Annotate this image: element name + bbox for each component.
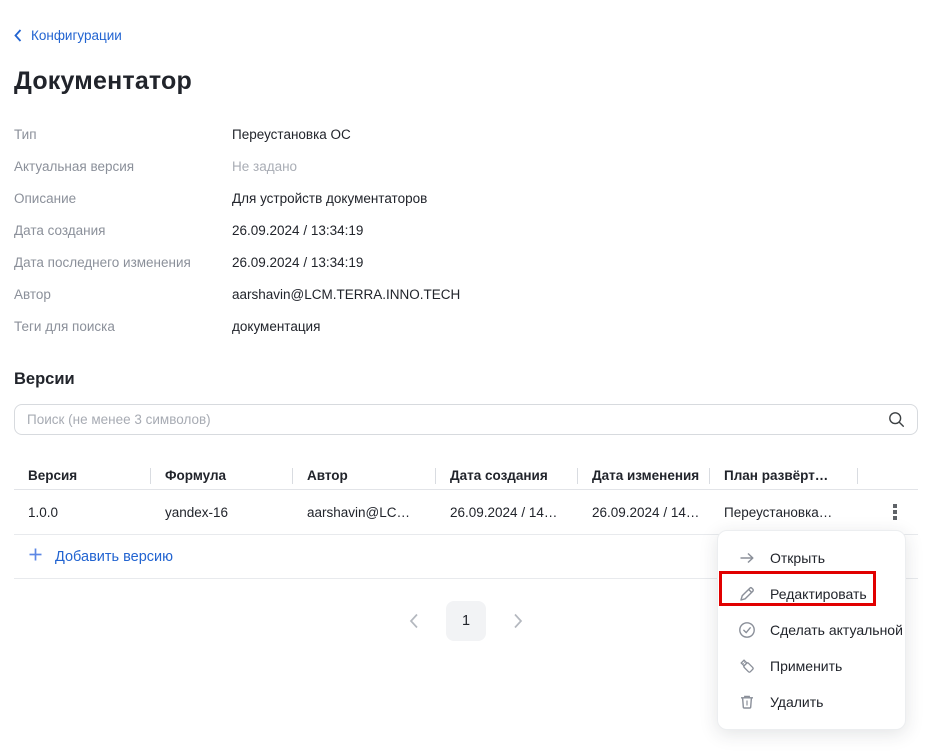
detail-row-type: Тип Переустановка ОС [14, 118, 918, 150]
detail-label: Дата последнего изменения [14, 255, 232, 270]
column-header-author[interactable]: Автор [293, 468, 436, 484]
detail-row-created: Дата создания 26.09.2024 / 13:34:19 [14, 214, 918, 246]
column-header-changed[interactable]: Дата изменения [578, 468, 710, 484]
trash-icon [738, 693, 756, 711]
menu-item-delete[interactable]: Удалить [718, 684, 905, 720]
menu-item-edit[interactable]: Редактировать [718, 576, 905, 612]
search-icon[interactable] [888, 411, 905, 433]
versions-section-title: Версии [14, 370, 918, 389]
detail-row-actual-version: Актуальная версия Не задано [14, 150, 918, 182]
details-list: Тип Переустановка ОС Актуальная версия Н… [14, 118, 918, 342]
detail-value: Не задано [232, 159, 297, 174]
cell-version: 1.0.0 [14, 505, 151, 520]
chevron-left-icon [14, 29, 22, 42]
menu-item-apply[interactable]: Применить [718, 648, 905, 684]
pencil-icon [738, 585, 756, 603]
menu-item-label: Открыть [770, 550, 825, 566]
menu-item-open[interactable]: Открыть [718, 540, 905, 576]
pagination-page-1[interactable]: 1 [446, 601, 486, 641]
menu-item-label: Сделать актуальной [770, 622, 903, 638]
detail-value: 26.09.2024 / 13:34:19 [232, 223, 363, 238]
detail-value: Переустановка ОС [232, 127, 351, 142]
breadcrumb-label: Конфигурации [31, 28, 122, 43]
column-header-version[interactable]: Версия [14, 468, 151, 484]
cell-created: 26.09.2024 / 14… [436, 505, 578, 520]
plus-icon [28, 547, 43, 566]
cell-deploy-plan: Переустановка… [710, 505, 858, 520]
detail-label: Дата создания [14, 223, 232, 238]
pagination-prev-icon[interactable] [402, 609, 426, 633]
menu-item-label: Редактировать [770, 586, 867, 602]
versions-search [14, 404, 918, 435]
detail-label: Описание [14, 191, 232, 206]
usb-drive-icon [738, 657, 756, 675]
page-title: Документатор [14, 67, 918, 96]
column-header-formula[interactable]: Формула [151, 468, 293, 484]
cell-formula: yandex-16 [151, 505, 293, 520]
menu-item-label: Удалить [770, 694, 823, 710]
search-input[interactable] [14, 404, 918, 435]
cell-author: aarshavin@LC… [293, 505, 436, 520]
detail-row-modified: Дата последнего изменения 26.09.2024 / 1… [14, 246, 918, 278]
row-context-menu: Открыть Редактировать Сделать актуальной [717, 530, 906, 730]
menu-item-make-actual[interactable]: Сделать актуальной [718, 612, 905, 648]
table-row[interactable]: 1.0.0 yandex-16 aarshavin@LC… 26.09.2024… [14, 490, 918, 535]
detail-row-tags: Теги для поиска документация [14, 310, 918, 342]
detail-value: 26.09.2024 / 13:34:19 [232, 255, 363, 270]
column-header-deploy-plan[interactable]: План развёрт… [710, 468, 858, 484]
arrow-right-icon [738, 549, 756, 567]
menu-item-label: Применить [770, 658, 842, 674]
detail-value: документация [232, 319, 320, 334]
pagination-next-icon[interactable] [506, 609, 530, 633]
configuration-details-page: Конфигурации Документатор Тип Переустано… [0, 0, 932, 752]
check-circle-icon [738, 621, 756, 639]
table-header-row: Версия Формула Автор Дата создания Дата … [14, 462, 918, 490]
detail-value: Для устройств документаторов [232, 191, 427, 206]
detail-label: Автор [14, 287, 232, 302]
detail-label: Тип [14, 127, 232, 142]
detail-value: aarshavin@LCM.TERRA.INNO.TECH [232, 287, 460, 302]
detail-row-author: Автор aarshavin@LCM.TERRA.INNO.TECH [14, 278, 918, 310]
row-actions-kebab-icon[interactable] [884, 501, 906, 523]
add-version-label: Добавить версию [55, 549, 173, 565]
detail-label: Актуальная версия [14, 159, 232, 174]
detail-label: Теги для поиска [14, 319, 232, 334]
detail-row-description: Описание Для устройств документаторов [14, 182, 918, 214]
breadcrumb-back-link[interactable]: Конфигурации [14, 0, 122, 43]
column-header-created[interactable]: Дата создания [436, 468, 578, 484]
cell-changed: 26.09.2024 / 14… [578, 505, 710, 520]
